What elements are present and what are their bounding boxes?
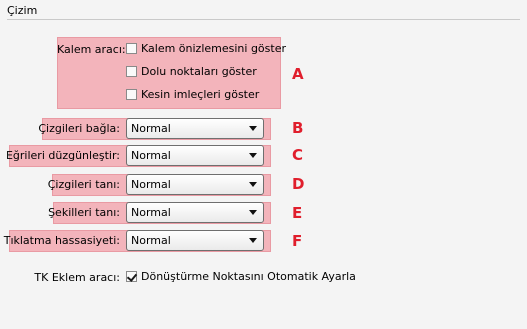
auto-adjust-label: Dönüştürme Noktasını Otomatik Ayarla	[141, 270, 356, 283]
chevron-down-icon	[249, 210, 257, 215]
option-pen-preview[interactable]: Kalem önizlemesini göster	[126, 42, 286, 55]
smooth-curves-select[interactable]: Normal	[126, 145, 264, 166]
section-title: Çizim	[7, 4, 38, 17]
smooth-curves-label: Eğrileri düzgünleştir:	[5, 149, 120, 162]
option-solid-points[interactable]: Dolu noktaları göster	[126, 65, 257, 78]
chevron-down-icon	[249, 238, 257, 243]
option-precise-cursors[interactable]: Kesin imleçleri göster	[126, 88, 259, 101]
marker-d: D	[292, 175, 305, 193]
click-accuracy-select[interactable]: Normal	[126, 230, 264, 251]
pen-preview-label: Kalem önizlemesini göster	[141, 42, 286, 55]
solid-points-checkbox[interactable]	[126, 66, 137, 77]
recognize-lines-value: Normal	[131, 178, 171, 191]
marker-b: B	[292, 119, 304, 137]
chevron-down-icon	[249, 126, 257, 131]
solid-points-label: Dolu noktaları göster	[141, 65, 257, 78]
click-accuracy-label: Tıklatma hassasiyeti:	[3, 234, 120, 247]
section-divider	[7, 19, 520, 20]
pen-tool-label: Kalem aracı:	[57, 43, 126, 56]
auto-adjust-checkbox[interactable]	[126, 271, 137, 282]
pen-preview-checkbox[interactable]	[126, 43, 137, 54]
marker-f: F	[292, 232, 303, 250]
chevron-down-icon	[249, 182, 257, 187]
marker-a: A	[292, 65, 304, 83]
connect-lines-label: Çizgileri bağla:	[38, 122, 120, 135]
connect-lines-value: Normal	[131, 122, 171, 135]
chevron-down-icon	[249, 153, 257, 158]
marker-e: E	[292, 204, 303, 222]
tk-tool-label: TK Eklem aracı:	[34, 271, 120, 284]
precise-cursors-checkbox[interactable]	[126, 89, 137, 100]
recognize-lines-select[interactable]: Normal	[126, 174, 264, 195]
click-accuracy-value: Normal	[131, 234, 171, 247]
option-auto-adjust[interactable]: Dönüştürme Noktasını Otomatik Ayarla	[126, 270, 356, 283]
recognize-shapes-select[interactable]: Normal	[126, 202, 264, 223]
connect-lines-select[interactable]: Normal	[126, 118, 264, 139]
recognize-shapes-label: Şekilleri tanı:	[48, 206, 120, 219]
recognize-lines-label: Çizgileri tanı:	[47, 178, 120, 191]
marker-c: C	[292, 146, 304, 164]
precise-cursors-label: Kesin imleçleri göster	[141, 88, 260, 101]
recognize-shapes-value: Normal	[131, 206, 171, 219]
smooth-curves-value: Normal	[131, 149, 171, 162]
